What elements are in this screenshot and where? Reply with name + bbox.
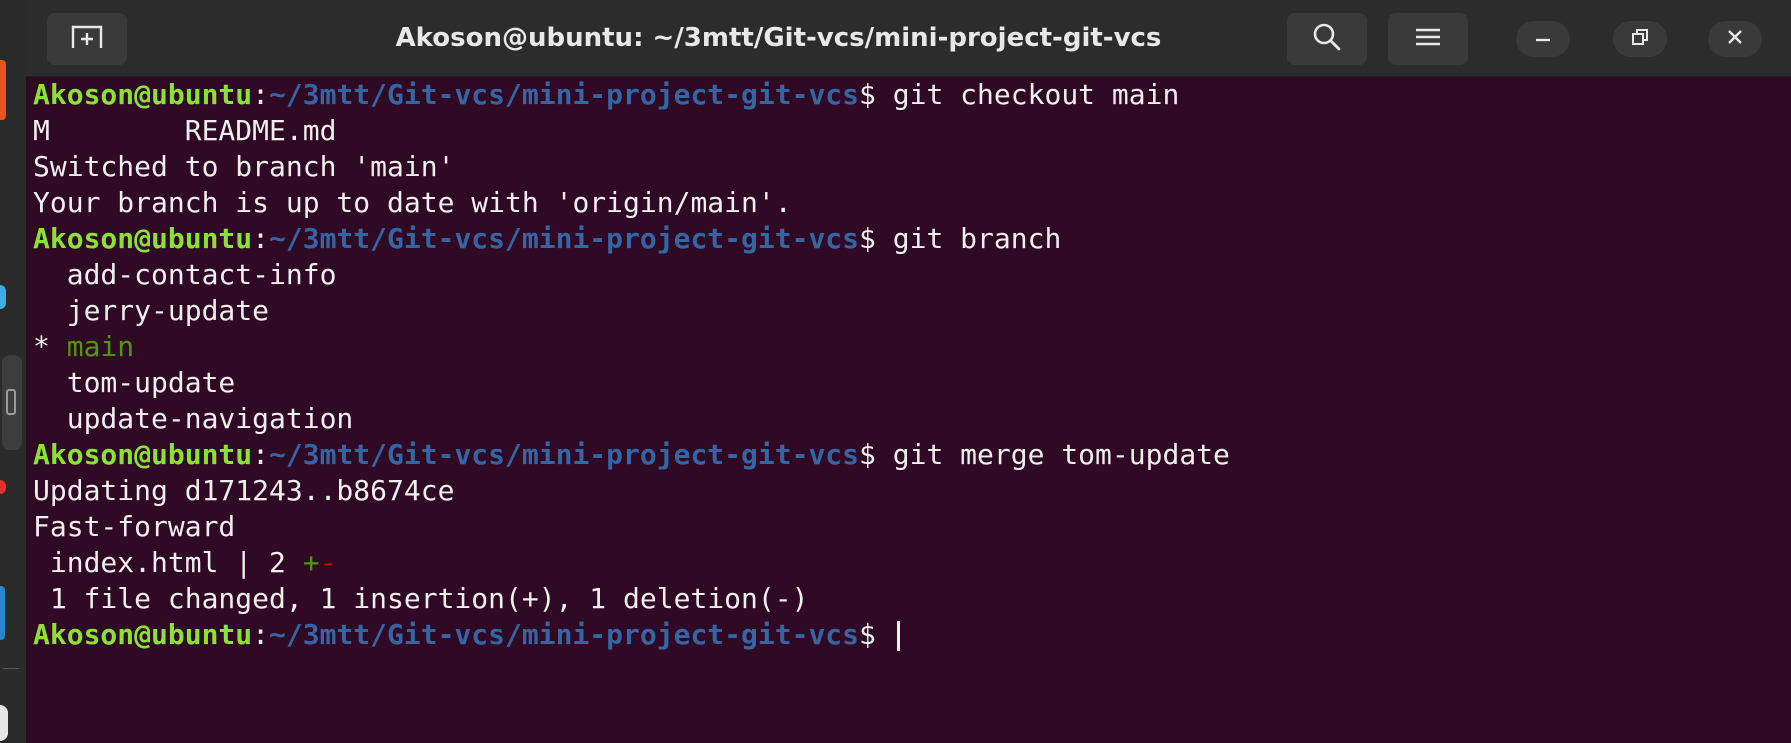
close-button[interactable] xyxy=(1708,21,1762,57)
current-branch-marker: * xyxy=(33,330,67,363)
branch-item: jerry-update xyxy=(33,294,270,327)
branch-item: tom-update xyxy=(33,366,236,399)
search-button[interactable] xyxy=(1287,13,1367,65)
output-line: 1 file changed, 1 insertion(+), 1 deleti… xyxy=(33,582,809,615)
prompt-colon: : xyxy=(252,618,270,651)
prompt-line: Akoson@ubuntu:~/3mtt/Git-vcs/mini-projec… xyxy=(33,437,1791,473)
diffstat-file: index.html | 2 xyxy=(33,546,303,579)
prompt-colon: : xyxy=(252,222,270,255)
command-text: git checkout main xyxy=(875,78,1180,111)
terminal-output[interactable]: Akoson@ubuntu:~/3mtt/Git-vcs/mini-projec… xyxy=(26,77,1791,743)
prompt-colon: : xyxy=(252,78,270,111)
minimize-icon xyxy=(1534,28,1552,51)
prompt-dollar: $ xyxy=(859,78,876,111)
prompt-user: Akoson@ubuntu xyxy=(33,222,253,255)
text-cursor xyxy=(896,621,900,651)
prompt-line: Akoson@ubuntu:~/3mtt/Git-vcs/mini-projec… xyxy=(33,221,1791,257)
prompt-dollar: $ xyxy=(859,618,876,651)
branch-item: add-contact-info xyxy=(33,258,337,291)
prompt-user: Akoson@ubuntu xyxy=(33,438,253,471)
branch-item: update-navigation xyxy=(33,402,354,435)
prompt-path: ~/3mtt/Git-vcs/mini-project-git-vcs xyxy=(269,222,860,255)
output-line: M README.md xyxy=(33,114,337,147)
output-line: Updating d171243..b8674ce xyxy=(33,474,455,507)
prompt-dollar: $ xyxy=(859,438,876,471)
dock-app-indicator[interactable] xyxy=(0,60,6,120)
ubuntu-dock xyxy=(0,0,27,743)
prompt-colon: : xyxy=(252,438,270,471)
command-text: git merge tom-update xyxy=(875,438,1230,471)
dock-show-apps[interactable] xyxy=(0,705,8,741)
output-line: Fast-forward xyxy=(33,510,236,543)
close-icon xyxy=(1726,28,1744,51)
new-tab-icon xyxy=(70,24,104,55)
prompt-path: ~/3mtt/Git-vcs/mini-project-git-vcs xyxy=(269,438,860,471)
command-text: git branch xyxy=(875,222,1062,255)
diffstat-plus: + xyxy=(302,546,320,579)
dock-app-indicator[interactable] xyxy=(0,586,5,640)
output-line: Switched to branch 'main' xyxy=(33,150,455,183)
diffstat-minus: - xyxy=(319,546,337,579)
diffstat-line: index.html | 2 +- xyxy=(33,545,1791,581)
dock-app-indicator[interactable] xyxy=(0,480,6,494)
dock-separator xyxy=(3,668,19,669)
prompt-line: Akoson@ubuntu:~/3mtt/Git-vcs/mini-projec… xyxy=(33,77,1791,113)
hamburger-menu-icon xyxy=(1415,27,1441,52)
menu-button[interactable] xyxy=(1388,13,1468,65)
prompt-path: ~/3mtt/Git-vcs/mini-project-git-vcs xyxy=(269,78,860,111)
command-text xyxy=(876,618,893,651)
restore-icon xyxy=(1631,28,1649,51)
output-line: Your branch is up to date with 'origin/m… xyxy=(33,186,792,219)
new-tab-button[interactable] xyxy=(47,13,127,65)
prompt-path: ~/3mtt/Git-vcs/mini-project-git-vcs xyxy=(269,618,860,651)
prompt-user: Akoson@ubuntu xyxy=(33,78,253,111)
window-title: Akoson@ubuntu: ~/3mtt/Git-vcs/mini-proje… xyxy=(395,23,1162,53)
search-icon xyxy=(1312,22,1342,57)
dock-terminal-app[interactable] xyxy=(2,355,22,450)
window-titlebar: Akoson@ubuntu: ~/3mtt/Git-vcs/mini-proje… xyxy=(26,0,1791,77)
restore-button[interactable] xyxy=(1613,21,1667,57)
prompt-dollar: $ xyxy=(859,222,876,255)
minimize-button[interactable] xyxy=(1516,21,1570,57)
prompt-user: Akoson@ubuntu xyxy=(33,618,253,651)
branch-item-current: * main xyxy=(33,329,1791,365)
current-branch-name: main xyxy=(66,330,135,363)
dock-app-indicator[interactable] xyxy=(0,285,6,309)
prompt-line: Akoson@ubuntu:~/3mtt/Git-vcs/mini-projec… xyxy=(33,617,1791,653)
